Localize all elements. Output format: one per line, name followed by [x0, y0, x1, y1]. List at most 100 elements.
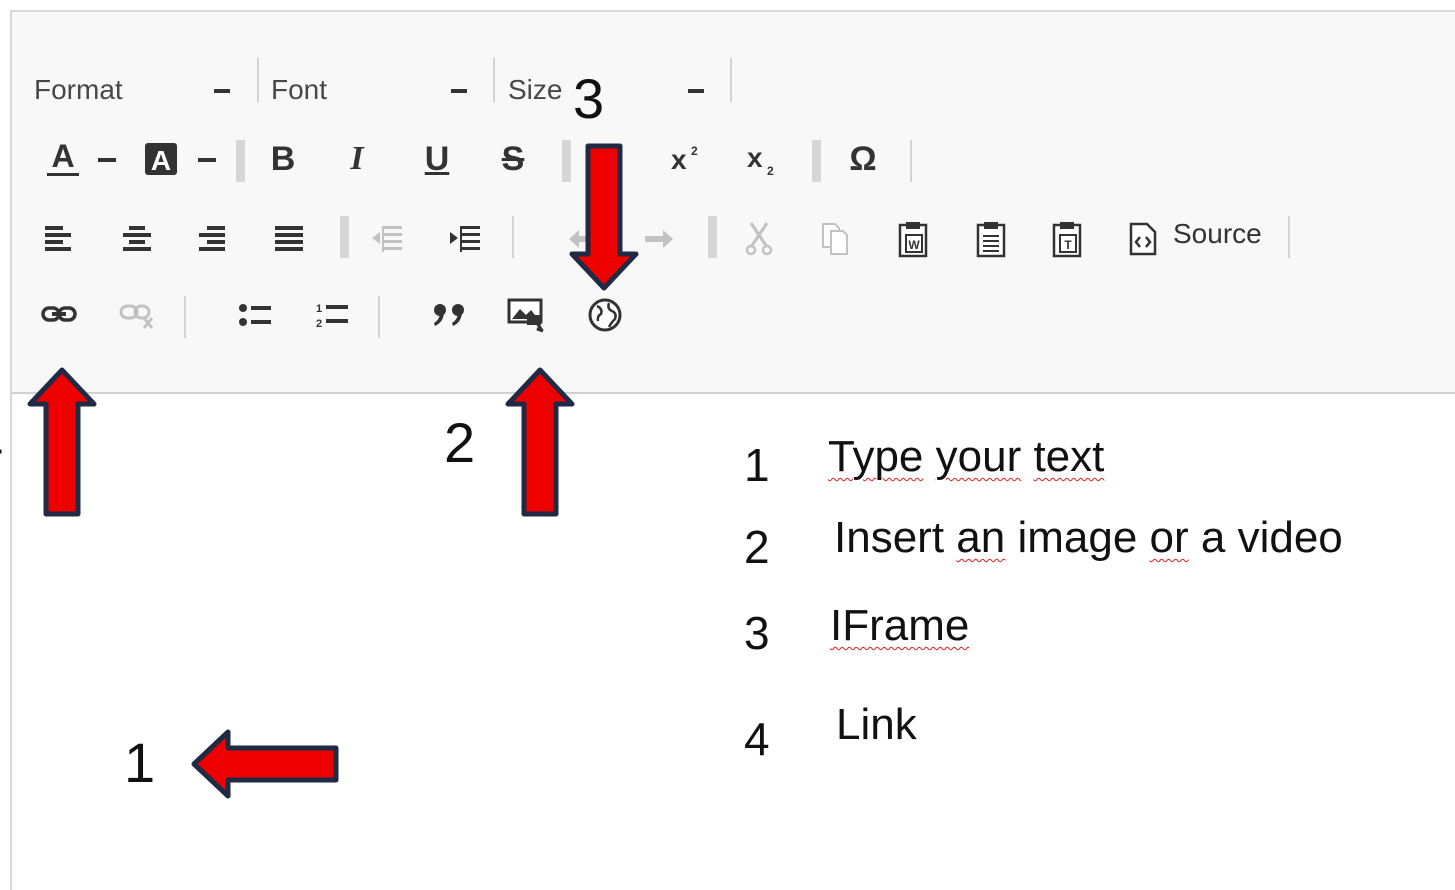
format-label: Format	[34, 74, 123, 105]
separator	[184, 296, 186, 338]
legend-text-4: Link	[836, 700, 917, 750]
justify-icon	[275, 226, 303, 251]
chevron-down-icon[interactable]	[98, 158, 116, 162]
align-left-button[interactable]	[36, 216, 82, 262]
separator	[236, 140, 245, 182]
misspelled-word: Type	[828, 432, 924, 481]
paste-icon: W	[898, 222, 928, 258]
legend-word: Link	[836, 700, 917, 749]
underline-button[interactable]: U	[414, 136, 460, 182]
bold-label: B	[270, 139, 296, 178]
size-label: Size	[508, 74, 563, 105]
paste-button[interactable]: W	[890, 216, 936, 262]
background-color-icon: A	[145, 143, 177, 176]
font-label: Font	[271, 74, 328, 105]
superscript-icon: x 2	[671, 144, 698, 175]
superscript-button[interactable]: x 2	[664, 136, 710, 182]
annotation-number-3: 3	[573, 67, 605, 130]
annotation-number-1: 1	[124, 731, 156, 794]
align-right-button[interactable]	[188, 216, 234, 262]
special-character-button[interactable]: Ω	[840, 136, 886, 182]
iframe-button[interactable]	[582, 292, 628, 338]
legend-number: 3	[744, 607, 770, 659]
format-combo[interactable]: Format	[34, 70, 230, 110]
svg-text:x: x	[747, 142, 763, 173]
paste-from-word-button[interactable]: T	[1044, 216, 1090, 262]
align-center-button[interactable]	[114, 216, 160, 262]
legend-text-3: IFrame	[830, 601, 969, 651]
omega-icon: Ω	[849, 139, 877, 178]
scissors-icon	[745, 222, 773, 256]
numbered-list-icon: 1 2	[316, 303, 348, 330]
bulleted-list-button[interactable]	[232, 292, 278, 338]
size-combo[interactable]: Size	[508, 70, 704, 110]
arrow-iframe-down	[569, 143, 639, 291]
separator	[340, 216, 349, 258]
legend-word: a video	[1188, 513, 1343, 562]
misspelled-word: IFrame	[830, 601, 970, 650]
strikethrough-label: S	[501, 139, 525, 178]
quote-icon	[434, 304, 464, 326]
italic-button[interactable]: I	[334, 136, 380, 182]
svg-text:A: A	[51, 138, 74, 174]
unlink-button[interactable]	[115, 292, 161, 338]
blockquote-button[interactable]	[426, 292, 472, 338]
indent-button[interactable]	[442, 216, 488, 262]
misspelled-word: text	[1033, 432, 1105, 481]
outdent-button[interactable]	[364, 216, 410, 262]
legend-number: 4	[744, 713, 770, 765]
copy-button[interactable]	[812, 216, 858, 262]
chevron-down-icon	[688, 89, 704, 93]
numbered-list-button[interactable]: 1 2	[309, 292, 355, 338]
editor-toolbar: Format Font Size A A B I U S x 2 x 2 Ω W…	[12, 12, 1455, 394]
underline-label: U	[424, 139, 450, 178]
paste-text-icon	[976, 222, 1006, 258]
svg-text:2: 2	[691, 144, 698, 158]
align-right-icon	[199, 226, 225, 251]
paste-text-button[interactable]	[968, 216, 1014, 262]
legend-word: image	[1005, 513, 1150, 562]
source-button[interactable]	[1120, 216, 1166, 262]
annotation-number-4-clipped: 4	[0, 410, 3, 475]
separator	[730, 58, 732, 102]
svg-text:2: 2	[316, 318, 322, 330]
legend-number: 1	[744, 439, 770, 491]
svg-text:x: x	[671, 144, 687, 175]
image-button[interactable]	[504, 292, 550, 338]
legend-number: 2	[744, 521, 770, 573]
legend-text-1: Type your text	[828, 432, 1104, 482]
font-combo[interactable]: Font	[271, 70, 467, 110]
cut-button[interactable]	[736, 216, 782, 262]
outdent-icon	[372, 226, 402, 252]
svg-text:W: W	[908, 238, 920, 252]
arrow-image-up	[505, 367, 575, 517]
misspelled-word: an	[956, 513, 1006, 562]
bulleted-list-icon	[239, 304, 271, 326]
text-color-button[interactable]: A	[40, 136, 86, 182]
chevron-down-icon[interactable]	[198, 158, 216, 162]
italic-label: I	[350, 140, 364, 177]
bold-button[interactable]: B	[260, 136, 306, 182]
separator	[378, 296, 380, 338]
background-color-button[interactable]: A	[138, 136, 184, 182]
svg-text:A: A	[151, 145, 171, 176]
strikethrough-button[interactable]: S	[490, 136, 536, 182]
align-center-icon	[123, 226, 151, 251]
svg-text:2: 2	[767, 164, 774, 178]
link-icon	[41, 306, 77, 322]
separator	[257, 58, 259, 102]
indent-icon	[450, 226, 480, 252]
separator	[493, 58, 495, 102]
separator	[1288, 216, 1290, 258]
chevron-down-icon	[451, 89, 467, 93]
justify-button[interactable]	[266, 216, 312, 262]
subscript-button[interactable]: x 2	[740, 136, 786, 182]
chevron-down-icon	[214, 89, 230, 93]
separator	[910, 140, 912, 182]
unlink-icon	[119, 304, 154, 329]
source-icon	[1129, 222, 1157, 256]
misspelled-word: or	[1149, 513, 1189, 562]
legend-word	[1021, 432, 1033, 481]
link-button[interactable]	[37, 292, 83, 338]
source-label[interactable]: Source	[1173, 218, 1262, 250]
